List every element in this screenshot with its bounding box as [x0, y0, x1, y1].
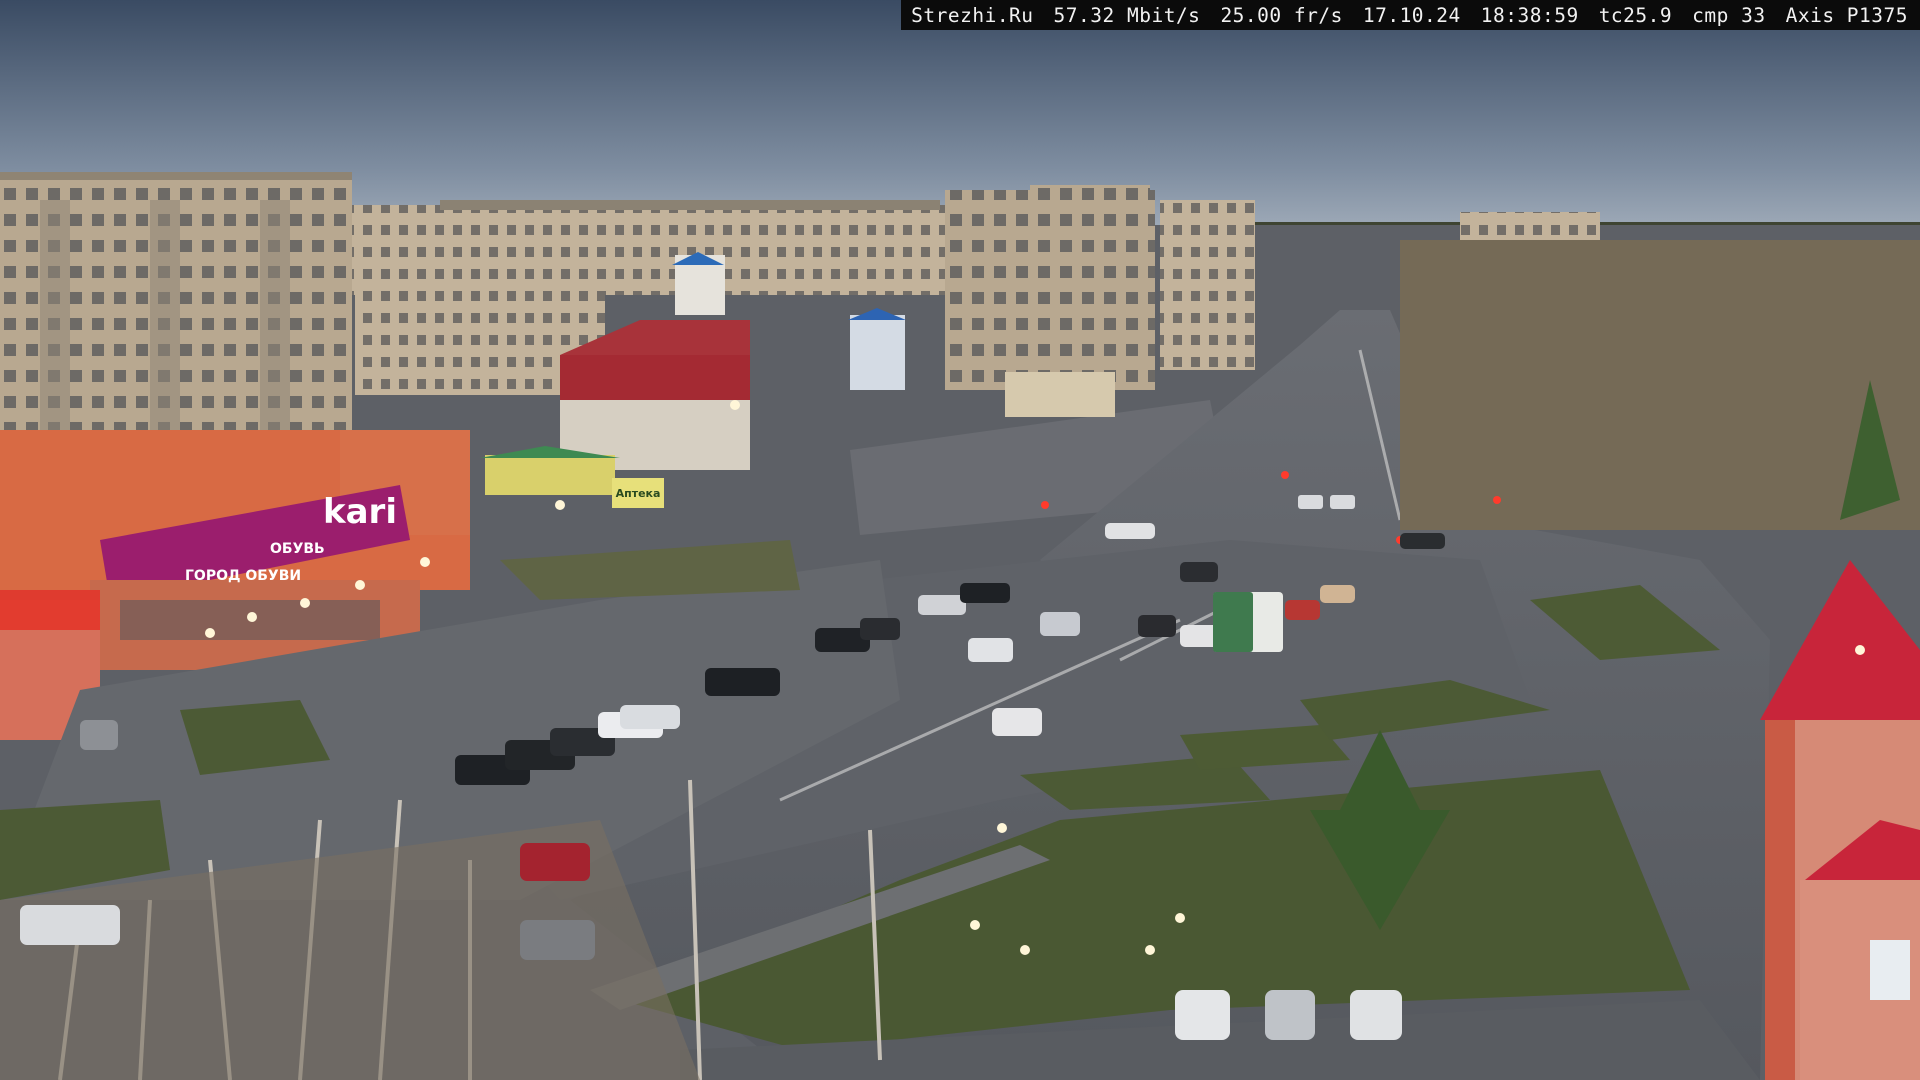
- overlay-camera: Axis P1375: [1785, 3, 1908, 27]
- overlay-tc: tc25.9: [1598, 3, 1673, 27]
- store-promo: ОБУВЬ: [270, 541, 325, 557]
- store-tagline: ГОРОД ОБУВИ: [185, 568, 301, 584]
- camera-info-overlay: Strezhi.Ru 57.32 Mbit/s 25.00 fr/s 17.10…: [901, 0, 1920, 30]
- kiosk-sign: Аптека: [616, 487, 661, 500]
- birch-forest-right: [1400, 240, 1920, 530]
- street-scene: Аптека kari ГОРОД ОБУВИ ОБУВЬ: [0, 0, 1920, 1080]
- overlay-site: Strezhi.Ru: [911, 3, 1034, 27]
- overlay-bitrate: 57.32 Mbit/s: [1053, 3, 1201, 27]
- store-brand-sign: kari: [323, 492, 397, 532]
- blue-tower: [850, 315, 905, 390]
- overlay-framerate: 25.00 fr/s: [1220, 3, 1343, 27]
- overlay-cmp: cmp 33: [1692, 3, 1766, 27]
- overlay-date: 17.10.24: [1362, 3, 1461, 27]
- plaza-building: [1005, 372, 1115, 417]
- overlay-time: 18:38:59: [1480, 3, 1579, 27]
